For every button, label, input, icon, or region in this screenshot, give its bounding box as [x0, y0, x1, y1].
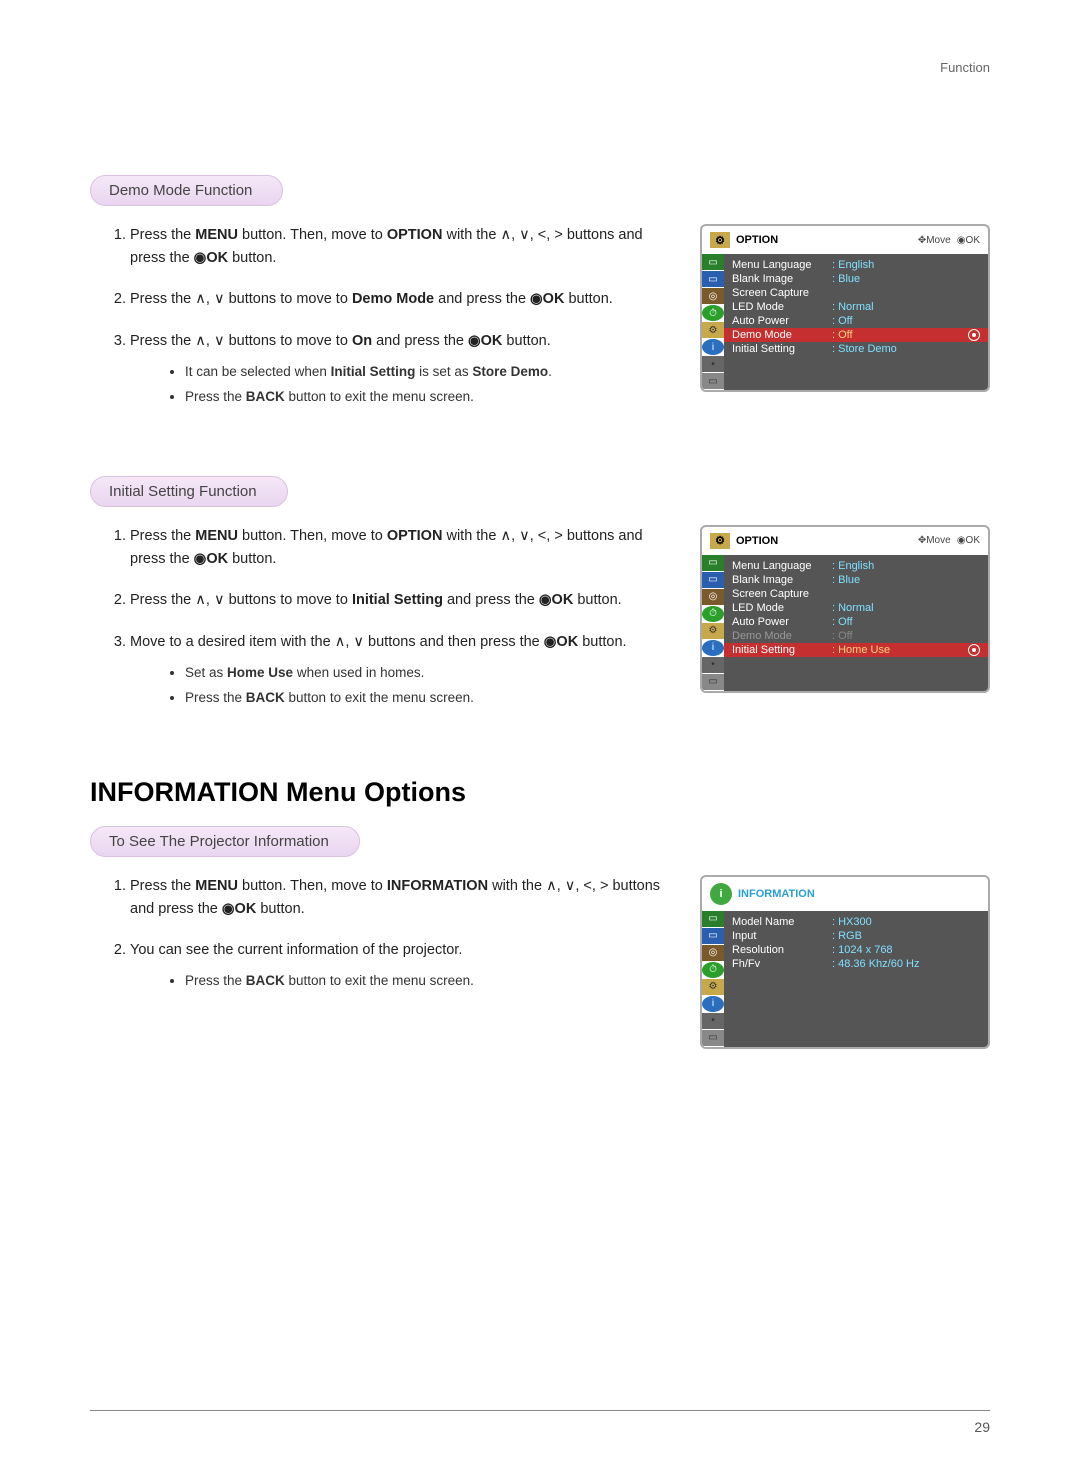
- sidebar-icon-extra2: ▭: [702, 674, 724, 690]
- osd-option-demo: ⚙ OPTION ✥Move ◉OK ▭ ▭ ◎ ⏱ ⚙ i •: [700, 224, 990, 392]
- sidebar-icon-time: ⏱: [702, 962, 724, 978]
- sidebar-icon-screen: ▭: [702, 928, 724, 944]
- section-pill-initial-setting: Initial Setting Function: [90, 476, 288, 507]
- info-step-2: You can see the current information of t…: [130, 939, 680, 992]
- initial-step-3: Move to a desired item with the ∧, ∨ but…: [130, 631, 680, 709]
- sidebar-icon-extra2: ▭: [702, 1030, 724, 1046]
- demo-step-1: Press the MENU button. Then, move to OPT…: [130, 224, 680, 270]
- demo-step-2: Press the ∧, ∨ buttons to move to Demo M…: [130, 288, 680, 311]
- sidebar-icon-time: ⏱: [702, 305, 724, 321]
- sidebar-icon-target: ◎: [702, 945, 724, 961]
- initial-step-1: Press the MENU button. Then, move to OPT…: [130, 525, 680, 571]
- initial-note-2: Press the BACK button to exit the menu s…: [185, 687, 680, 709]
- sidebar-icon-option: ⚙: [702, 979, 724, 995]
- page-number: 29: [974, 1419, 990, 1435]
- sidebar-icon-option: ⚙: [702, 623, 724, 639]
- demo-steps-list: Press the MENU button. Then, move to OPT…: [90, 224, 680, 408]
- initial-note-1: Set as Home Use when used in homes.: [185, 662, 680, 684]
- info-note-1: Press the BACK button to exit the menu s…: [185, 970, 680, 992]
- sidebar-icon-screen: ▭: [702, 271, 724, 287]
- info-step-1: Press the MENU button. Then, move to INF…: [130, 875, 680, 921]
- osd-info-title: INFORMATION: [738, 888, 815, 900]
- demo-step-3: Press the ∧, ∨ buttons to move to On and…: [130, 330, 680, 408]
- sidebar-icon-extra2: ▭: [702, 373, 724, 389]
- osd-option-title: OPTION: [736, 535, 778, 547]
- sidebar-icon-time: ⏱: [702, 606, 724, 622]
- sidebar-icon-info: i: [702, 640, 724, 656]
- selection-dot-icon: [968, 329, 980, 341]
- section-pill-projector-info: To See The Projector Information: [90, 826, 360, 857]
- osd-hint-ok: ◉OK: [957, 535, 980, 546]
- sidebar-icon-picture: ▭: [702, 555, 724, 571]
- sidebar-icon-option: ⚙: [702, 322, 724, 338]
- osd-row-initial-setting-selected: Initial Setting: Home Use: [724, 643, 988, 657]
- osd-hint-move: ✥Move: [918, 535, 951, 546]
- sidebar-icon-info: i: [702, 339, 724, 355]
- option-header-icon: ⚙: [710, 232, 730, 248]
- sidebar-icon-picture: ▭: [702, 911, 724, 927]
- sidebar-icon-target: ◎: [702, 589, 724, 605]
- osd-hint-ok: ◉OK: [957, 235, 980, 246]
- section-pill-demo-mode: Demo Mode Function: [90, 175, 283, 206]
- selection-dot-icon: [968, 644, 980, 656]
- initial-step-2: Press the ∧, ∨ buttons to move to Initia…: [130, 589, 680, 612]
- option-header-icon: ⚙: [710, 533, 730, 549]
- demo-note-1: It can be selected when Initial Setting …: [185, 361, 680, 383]
- osd-information: i INFORMATION ▭ ▭ ◎ ⏱ ⚙ i • ▭ M: [700, 875, 990, 1049]
- osd-option-title: OPTION: [736, 234, 778, 246]
- page-header-category: Function: [90, 60, 990, 75]
- demo-note-2: Press the BACK button to exit the menu s…: [185, 386, 680, 408]
- info-steps-list: Press the MENU button. Then, move to INF…: [90, 875, 680, 992]
- sidebar-icon-info: i: [702, 996, 724, 1012]
- sidebar-icon-screen: ▭: [702, 572, 724, 588]
- osd-row-demo-mode-selected: Demo Mode: Off: [724, 328, 988, 342]
- information-menu-heading: INFORMATION Menu Options: [90, 777, 990, 808]
- sidebar-icon-picture: ▭: [702, 254, 724, 270]
- osd-option-initial: ⚙ OPTION ✥Move ◉OK ▭ ▭ ◎ ⏱ ⚙ i •: [700, 525, 990, 693]
- sidebar-icon-extra1: •: [702, 1013, 724, 1029]
- sidebar-icon-extra1: •: [702, 657, 724, 673]
- sidebar-icon-extra1: •: [702, 356, 724, 372]
- info-header-icon: i: [710, 883, 732, 905]
- sidebar-icon-target: ◎: [702, 288, 724, 304]
- osd-hint-move: ✥Move: [918, 235, 951, 246]
- initial-steps-list: Press the MENU button. Then, move to OPT…: [90, 525, 680, 709]
